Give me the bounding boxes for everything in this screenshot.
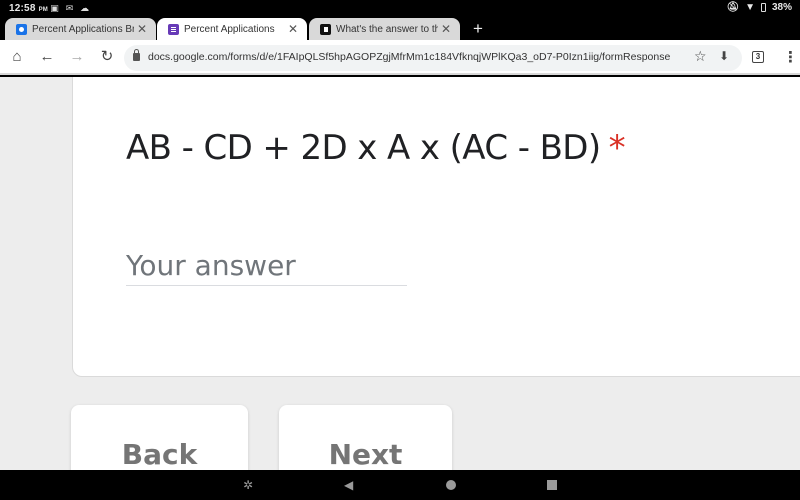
forward-arrow-icon[interactable]: → — [68, 48, 86, 66]
status-right: 🔕︎ ▼ 38% — [726, 2, 792, 13]
tab-whats-the-answer[interactable]: What's the answer to this? - E ✕ — [309, 18, 460, 40]
system-nav-bar: ✲ ◀ — [0, 470, 800, 500]
battery-level: 38% — [771, 2, 792, 13]
question-text: AB - CD + 2D x A x (AC - BD) — [126, 128, 601, 168]
reload-icon[interactable]: ↻ — [98, 48, 116, 66]
browser-toolbar: ⌂ ← → ↻ docs.google.com/forms/d/e/1FAIpQ… — [0, 40, 800, 75]
battery-icon — [760, 3, 766, 12]
bookmark-star-icon[interactable]: ☆ — [694, 48, 707, 65]
brainly-icon — [320, 23, 331, 35]
mail-icon: ✉ — [65, 3, 74, 13]
tab-percent-applications[interactable]: Percent Applications ✕ — [157, 18, 307, 40]
image-icon: ▣ — [50, 3, 59, 13]
download-icon[interactable]: ⬇ — [719, 49, 729, 63]
back-button[interactable]: Back — [71, 405, 248, 470]
tab-strip: Percent Applications Break-C ✕ Percent A… — [0, 17, 800, 40]
close-tab-icon[interactable]: ✕ — [438, 22, 454, 36]
home-icon[interactable]: ⌂ — [8, 48, 26, 66]
nav-home-icon[interactable] — [446, 480, 456, 490]
close-tab-icon[interactable]: ✕ — [134, 22, 150, 36]
clock-time: 12:58 — [9, 3, 36, 14]
nav-recents-icon[interactable] — [547, 480, 557, 490]
next-button[interactable]: Next — [279, 405, 452, 470]
tab-title: Percent Applications — [184, 23, 275, 35]
question-card: AB - CD + 2D x A x (AC - BD) * — [72, 77, 800, 377]
lock-icon — [133, 49, 140, 61]
tab-title: Percent Applications Break-C — [32, 23, 134, 35]
more-menu-icon[interactable]: ⋮ — [783, 48, 798, 66]
nav-back-icon[interactable]: ◀ — [344, 478, 353, 492]
wifi-icon: ▼ — [745, 2, 755, 13]
url-text[interactable]: docs.google.com/forms/d/e/1FAIpQLSf5hpAG… — [148, 51, 670, 63]
tab-switcher-button[interactable]: 3 — [752, 51, 764, 63]
close-tab-icon[interactable]: ✕ — [285, 22, 301, 36]
assistant-icon[interactable]: ✲ — [243, 478, 253, 492]
form-page: AB - CD + 2D x A x (AC - BD)* Back Next — [0, 77, 800, 470]
back-arrow-icon[interactable]: ← — [38, 48, 56, 66]
answer-input[interactable] — [126, 246, 407, 286]
cloud-icon: ☁ — [80, 3, 89, 13]
user-form-icon — [16, 23, 27, 35]
forms-icon — [168, 23, 179, 35]
tab-percent-applications-break[interactable]: Percent Applications Break-C ✕ — [5, 18, 156, 40]
clock: 12:58 PM — [9, 3, 48, 14]
tab-title: What's the answer to this? - E — [336, 23, 438, 35]
notifications-off-icon: 🔕︎ — [726, 2, 740, 13]
address-bar[interactable]: docs.google.com/forms/d/e/1FAIpQLSf5hpAG… — [124, 45, 742, 71]
question-title: AB - CD + 2D x A x (AC - BD) * — [126, 128, 626, 168]
status-bar: 12:58 PM ▣ ✉ ☁ 🔕︎ ▼ 38% — [0, 0, 800, 17]
new-tab-button[interactable]: + — [468, 19, 488, 39]
clock-ampm: PM — [38, 7, 48, 13]
required-asterisk: * — [608, 128, 626, 168]
